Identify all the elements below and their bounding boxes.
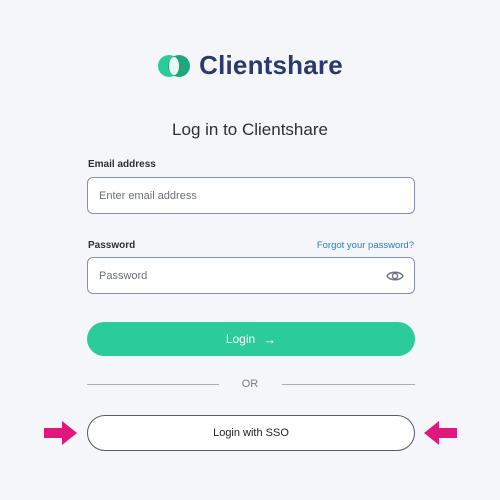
pointer-arrow-icon xyxy=(424,421,457,445)
arrow-right-icon: → xyxy=(263,331,277,347)
email-label: Email address xyxy=(88,159,156,170)
sso-button-label: Login with SSO xyxy=(213,427,289,439)
password-field[interactable] xyxy=(99,269,386,282)
email-field-wrapper xyxy=(87,177,415,214)
eye-icon[interactable] xyxy=(386,269,404,283)
pointer-arrow-icon xyxy=(44,421,77,445)
password-label: Password xyxy=(88,240,136,251)
divider-line-right xyxy=(282,384,415,385)
divider-label: OR xyxy=(241,378,259,390)
page-title: Log in to Clientshare xyxy=(172,120,328,139)
brand-name: Clientshare xyxy=(199,50,343,80)
brand-logo: Clientshare xyxy=(0,50,500,81)
login-button[interactable]: Login → xyxy=(87,322,415,356)
email-field[interactable] xyxy=(99,189,404,202)
forgot-password-link[interactable]: Forgot your password? xyxy=(317,240,414,251)
login-button-label: Login xyxy=(225,332,256,346)
sso-login-button[interactable]: Login with SSO xyxy=(87,415,415,451)
password-field-wrapper xyxy=(87,257,415,294)
logo-mark-icon xyxy=(158,54,191,77)
